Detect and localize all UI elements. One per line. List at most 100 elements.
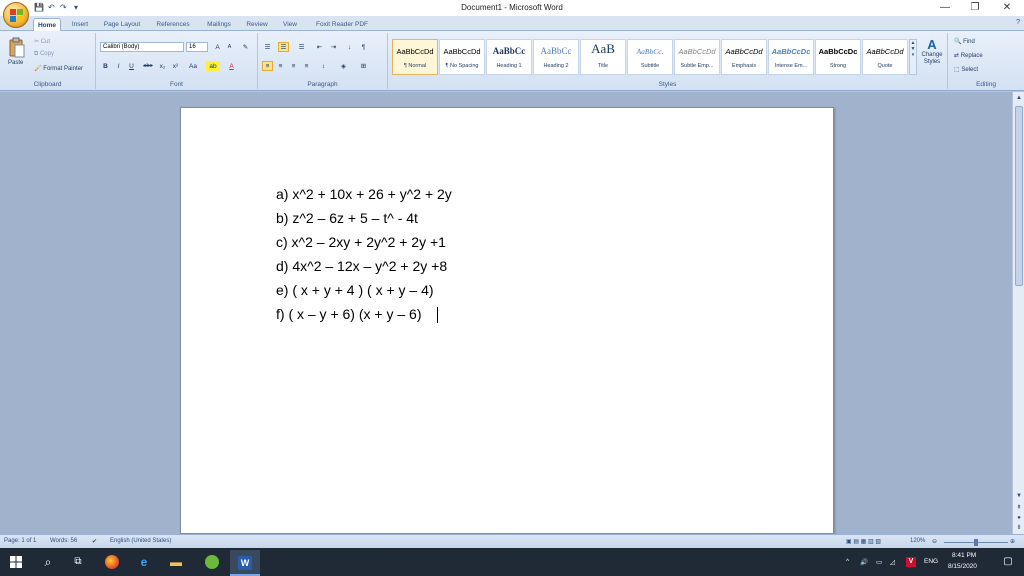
firefox-icon[interactable] [104,554,120,570]
align-left-button[interactable]: ≡ [262,61,273,71]
page-count[interactable]: Page: 1 of 1 [4,538,36,544]
style-subtle-emphasis[interactable]: AaBbCcDd Subtle Emp... [674,39,720,75]
word-count[interactable]: Words: 56 [50,538,77,544]
edge-icon[interactable]: e [136,554,152,570]
volume-icon[interactable]: 🔊 [860,558,868,566]
bullets-button[interactable]: ☰ [262,42,273,52]
cut-button[interactable]: ✂ Cut [34,38,50,45]
greenshot-icon[interactable] [204,554,220,570]
minimize-button[interactable]: — [930,1,960,15]
zoom-slider-thumb[interactable] [974,539,978,546]
save-icon[interactable]: 💾 [34,3,44,14]
font-name-combo[interactable]: Calibri (Body) [100,42,184,52]
word-taskbar-button[interactable]: W [230,550,260,576]
numbering-button[interactable]: ☰ [278,42,289,52]
line-spacing-button[interactable]: ↕ [318,61,329,71]
network-icon[interactable]: ▭ [876,558,882,566]
style-normal[interactable]: AaBbCcDd ¶ Normal [392,39,438,75]
equation-line-e[interactable]: e) ( x + y + 4 ) ( x + y – 4) [276,282,434,298]
format-painter-button[interactable]: 🖌 Format Painter [34,65,83,72]
customize-qat-icon[interactable]: ▾ [74,3,78,14]
style-quote[interactable]: AaBbCcDd Quote [862,39,908,75]
show-formatting-button[interactable]: ¶ [358,42,369,52]
style-subtitle[interactable]: AaBbCc. Subtitle [627,39,673,75]
italic-button[interactable]: I [113,61,124,71]
clock-time[interactable]: 8:41 PM [952,552,976,559]
highlight-button[interactable]: ab [206,61,220,71]
sort-button[interactable]: ↓ [344,42,355,52]
language-indicator[interactable]: English (United States) [110,538,171,544]
multilevel-list-button[interactable]: ☰ [296,42,307,52]
wifi-icon[interactable]: ◿ [890,558,895,566]
change-case-button[interactable]: Aa [186,61,200,71]
close-button[interactable]: ✕ [992,1,1022,15]
style-intense-emphasis[interactable]: AaBbCcDc Intense Em... [768,39,814,75]
style-emphasis[interactable]: AaBbCcDd Emphasis [721,39,767,75]
equation-line-c[interactable]: c) x^2 – 2xy + 2y^2 + 2y +1 [276,234,446,250]
tab-home[interactable]: Home [33,18,61,31]
find-button[interactable]: 🔍 Find [954,38,975,45]
zoom-level[interactable]: 120% [910,538,925,544]
select-button[interactable]: ⬚ Select [954,66,978,73]
copy-button[interactable]: ⧉ Copy [34,51,54,58]
clear-formatting-button[interactable]: ✎ [240,42,251,52]
font-size-combo[interactable]: 16 [186,42,208,52]
grow-font-button[interactable]: A [212,42,223,52]
strikethrough-button[interactable]: abe [141,61,155,71]
align-right-button[interactable]: ≡ [288,61,299,71]
zoom-out-icon[interactable]: ⊖ [932,538,937,545]
bold-button[interactable]: B [100,61,111,71]
scroll-thumb[interactable] [1015,106,1023,286]
paste-icon[interactable] [8,37,26,59]
file-explorer-icon[interactable]: ▬ [168,554,184,570]
task-view-icon[interactable]: ⧉ [70,554,86,570]
undo-icon[interactable]: ↶ [48,3,55,14]
style-title[interactable]: AaB Title [580,39,626,75]
shrink-font-button[interactable]: A [224,42,235,52]
search-icon[interactable]: ⌕ [40,554,56,570]
paste-button[interactable]: Paste [8,60,23,66]
equation-line-f[interactable]: f) ( x – y + 6) (x + y – 6) [276,306,421,322]
antivirus-icon[interactable]: V [906,557,916,567]
style-heading-1[interactable]: AaBbCc Heading 1 [486,39,532,75]
shading-button[interactable]: ◈ [338,61,349,71]
borders-button[interactable]: ⊞ [358,61,369,71]
clock-date[interactable]: 8/15/2020 [948,563,977,570]
help-icon[interactable]: ? [1016,19,1020,26]
tab-review[interactable]: Review [243,18,271,31]
underline-button[interactable]: U [126,61,137,71]
windows-start-icon[interactable] [10,556,22,568]
notifications-icon[interactable]: ▢ [1000,554,1016,570]
previous-page-icon[interactable]: ⇞ [1015,504,1023,512]
tab-mailings[interactable]: Mailings [202,18,236,31]
equation-line-b[interactable]: b) z^2 – 6z + 5 – t^ - 4t [276,210,418,226]
tab-foxit-reader-pdf[interactable]: Foxit Reader PDF [310,18,374,31]
zoom-in-icon[interactable]: ⊕ [1010,538,1015,545]
replace-button[interactable]: ⇄ Replace [954,52,983,59]
subscript-button[interactable]: x₂ [157,61,168,71]
show-hidden-icons-icon[interactable]: ^ [846,558,849,565]
vertical-scrollbar[interactable]: ▲ ▼ ⇞ ● ⇟ [1012,92,1024,534]
scroll-up-icon[interactable]: ▲ [1015,94,1023,102]
equation-line-d[interactable]: d) 4x^2 – 12x – y^2 + 2y +8 [276,258,447,274]
style-strong[interactable]: AaBbCcDc Strong [815,39,861,75]
proofing-icon[interactable]: ✔ [92,538,97,545]
scroll-down-icon[interactable]: ▼ [1015,492,1023,500]
tab-insert[interactable]: Insert [67,18,93,31]
tab-references[interactable]: References [152,18,194,31]
increase-indent-button[interactable]: ⇥ [328,42,339,52]
view-buttons[interactable]: ▣ ▤ ▦ ▥ ▧ [846,538,881,545]
change-styles-button[interactable]: A Change Styles [918,37,946,66]
input-language[interactable]: ENG [924,558,938,565]
redo-icon[interactable]: ↷ [60,3,67,14]
office-button[interactable] [3,2,29,28]
equation-line-a[interactable]: a) x^2 + 10x + 26 + y^2 + 2y [276,186,452,202]
tab-view[interactable]: View [278,18,302,31]
tab-page-layout[interactable]: Page Layout [100,18,144,31]
style-no-spacing[interactable]: AaBbCcDd ¶ No Spacing [439,39,485,75]
decrease-indent-button[interactable]: ⇤ [314,42,325,52]
center-button[interactable]: ≡ [275,61,286,71]
style-heading-2[interactable]: AaBbCc Heading 2 [533,39,579,75]
browse-object-icon[interactable]: ● [1015,514,1023,522]
restore-button[interactable]: ❐ [960,1,990,15]
